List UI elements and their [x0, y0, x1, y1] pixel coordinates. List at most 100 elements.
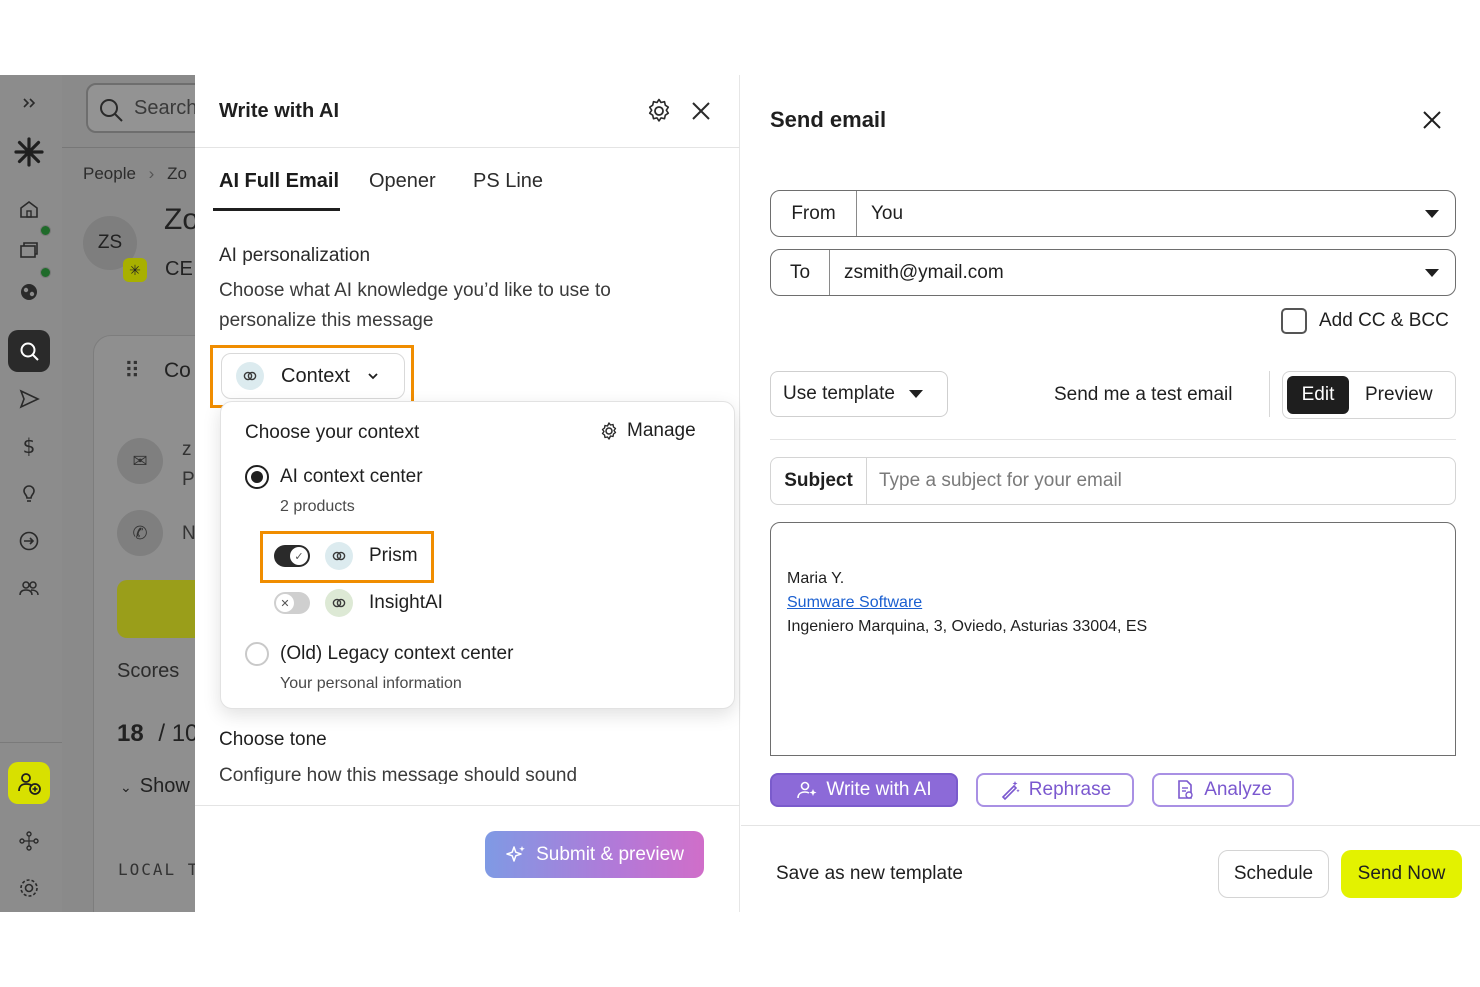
- caret-down-icon: [1425, 268, 1439, 277]
- folders-icon[interactable]: [13, 234, 45, 266]
- toolbar-divider: [1269, 371, 1270, 417]
- integrations-icon[interactable]: [13, 825, 45, 857]
- signature-company-link[interactable]: Sumware Software: [787, 591, 1147, 615]
- background-contact-page: Search People › Zo ZS ✳ Zo CE ⠿ Co ✉ z P…: [62, 75, 196, 912]
- dollar-icon[interactable]: $: [13, 430, 45, 462]
- tab-ai-full-email[interactable]: AI Full Email: [219, 170, 339, 193]
- footer-divider: [741, 825, 1480, 826]
- schedule-button[interactable]: Schedule: [1218, 850, 1329, 898]
- breadcrumb: People › Zo: [83, 164, 187, 184]
- subject-input[interactable]: [867, 470, 1455, 492]
- send-icon[interactable]: [13, 383, 45, 415]
- phone-status-icon: ✆: [117, 510, 163, 556]
- option-label: AI context center: [280, 466, 423, 487]
- chevron-down-icon: ⌄: [120, 779, 132, 795]
- notification-dot: [40, 267, 51, 278]
- caret-down-icon: [908, 390, 923, 398]
- settings-icon[interactable]: [13, 872, 45, 904]
- x-icon: ✕: [276, 594, 294, 612]
- import-icon[interactable]: [13, 525, 45, 557]
- subject-label: Subject: [771, 458, 867, 504]
- breadcrumb-current: Zo: [167, 164, 187, 183]
- card-row1-sub: P: [182, 469, 195, 490]
- radio-legacy-context-center[interactable]: [245, 642, 269, 666]
- notification-dot: [40, 225, 51, 236]
- dropdown-heading: Choose your context: [245, 422, 420, 443]
- expand-nav-icon[interactable]: [13, 87, 45, 119]
- context-label: Context: [281, 364, 350, 387]
- search-placeholder: Search: [134, 97, 196, 119]
- close-icon[interactable]: [689, 99, 713, 123]
- card-row1: z: [182, 439, 192, 460]
- add-cc-bcc-checkbox[interactable]: Add CC & BCC: [1281, 308, 1449, 334]
- edit-button[interactable]: Edit: [1287, 376, 1349, 414]
- chevron-down-icon: [368, 373, 378, 380]
- save-as-template-link[interactable]: Save as new template: [776, 863, 963, 885]
- card-title: Co: [164, 359, 191, 382]
- gear-icon[interactable]: [645, 97, 673, 125]
- send-test-email-link[interactable]: Send me a test email: [1054, 384, 1232, 406]
- send-now-button[interactable]: Send Now: [1341, 850, 1462, 898]
- scores-label: Scores: [117, 660, 180, 682]
- link-icon: [325, 542, 353, 570]
- document-analyze-icon: [1178, 780, 1193, 799]
- show-toggle[interactable]: ⌄ Show: [120, 775, 190, 798]
- tab-opener[interactable]: Opener: [369, 170, 436, 193]
- breadcrumb-separator: ›: [148, 164, 155, 183]
- panel-title: Write with AI: [219, 100, 339, 122]
- activity-icon[interactable]: [13, 276, 45, 308]
- cc-bcc-label: Add CC & BCC: [1319, 310, 1449, 331]
- primary-action-button[interactable]: [117, 580, 196, 638]
- option-sub: 2 products: [280, 498, 355, 515]
- active-tab-indicator: [213, 208, 340, 211]
- signature-address: Ingeniero Marquina, 3, Oviedo, Asturias …: [787, 618, 1148, 635]
- email-signature: Maria Y. Sumware Software Ingeniero Marq…: [787, 567, 1147, 639]
- manage-button[interactable]: Manage: [599, 420, 696, 442]
- check-icon: ✓: [290, 547, 308, 565]
- drag-handle-icon[interactable]: ⠿: [124, 358, 140, 384]
- tab-ps-line[interactable]: PS Line: [473, 170, 543, 193]
- to-label: To: [771, 250, 830, 295]
- signature-name: Maria Y.: [787, 570, 845, 587]
- insights-icon[interactable]: [13, 477, 45, 509]
- from-field[interactable]: From You: [770, 190, 1456, 237]
- from-value: You: [871, 202, 904, 224]
- header-divider: [62, 147, 196, 148]
- contact-name: Zo: [164, 203, 196, 236]
- logo-icon: [13, 136, 45, 168]
- send-email-panel: Send email From You To zsmith@ymail.com …: [741, 75, 1480, 912]
- tone-description: Configure how this message should sound: [219, 765, 578, 784]
- product-label: InsightAI: [369, 592, 443, 613]
- checkbox-box[interactable]: [1281, 308, 1307, 334]
- analyze-label: Analyze: [1204, 779, 1272, 800]
- score-value: 18 / 10: [117, 720, 196, 747]
- global-search-input[interactable]: Search: [86, 83, 196, 133]
- section-divider: [770, 439, 1456, 440]
- rephrase-button[interactable]: Rephrase: [976, 773, 1134, 807]
- breadcrumb-people[interactable]: People: [83, 164, 136, 183]
- close-icon[interactable]: [1421, 109, 1443, 131]
- search-nav-icon[interactable]: [8, 330, 50, 372]
- home-icon[interactable]: [13, 193, 45, 225]
- people-icon[interactable]: [13, 572, 45, 604]
- submit-preview-button[interactable]: Submit & preview: [485, 831, 704, 878]
- rail-divider: [0, 742, 62, 743]
- add-contact-button[interactable]: [8, 762, 50, 804]
- analyze-button[interactable]: Analyze: [1152, 773, 1294, 807]
- from-label: From: [771, 191, 857, 236]
- left-nav-rail: $: [0, 75, 62, 912]
- radio-ai-context-center[interactable]: [245, 465, 269, 489]
- email-body-editor[interactable]: Maria Y. Sumware Software Ingeniero Marq…: [770, 522, 1456, 756]
- toggle-insightai[interactable]: ✕: [274, 592, 310, 614]
- write-with-ai-button[interactable]: Write with AI: [770, 773, 958, 807]
- use-template-dropdown[interactable]: Use template: [770, 371, 948, 417]
- to-field[interactable]: To zsmith@ymail.com: [770, 249, 1456, 296]
- context-dropdown-button[interactable]: Context: [221, 353, 405, 399]
- toggle-prism[interactable]: ✓: [274, 545, 310, 567]
- use-template-label: Use template: [783, 383, 895, 404]
- write-with-ai-panel: Write with AI AI Full Email Opener PS Li…: [195, 75, 740, 912]
- header-divider: [195, 147, 740, 148]
- preview-button[interactable]: Preview: [1365, 384, 1433, 406]
- manage-label: Manage: [627, 420, 696, 441]
- email-status-icon: ✉: [117, 438, 163, 484]
